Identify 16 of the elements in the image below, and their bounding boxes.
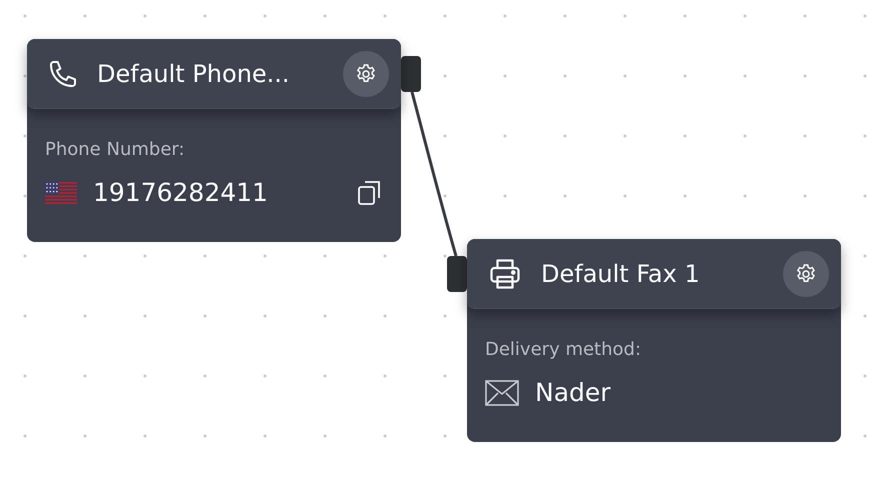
node-title: Default Fax 1 xyxy=(541,260,701,288)
field-label: Phone Number: xyxy=(45,139,186,160)
node-card[interactable]: Default Fax 1 Delivery method: Nader xyxy=(467,239,841,442)
copy-icon xyxy=(357,180,383,206)
connection-handle[interactable] xyxy=(447,256,467,292)
field-value: Nader xyxy=(535,378,612,407)
settings-button[interactable] xyxy=(783,250,829,296)
copy-button[interactable] xyxy=(357,180,383,206)
flag-icon xyxy=(45,182,77,204)
node-title: Default Phone... xyxy=(97,60,291,88)
envelope-icon xyxy=(485,380,519,406)
node-card[interactable]: Default Phone... Phone Number: 19176282411 xyxy=(27,39,401,242)
connection-handle[interactable] xyxy=(401,56,421,92)
field-label: Delivery method: xyxy=(485,339,642,360)
field-value: 19176282411 xyxy=(93,178,269,207)
settings-button[interactable] xyxy=(343,50,389,96)
